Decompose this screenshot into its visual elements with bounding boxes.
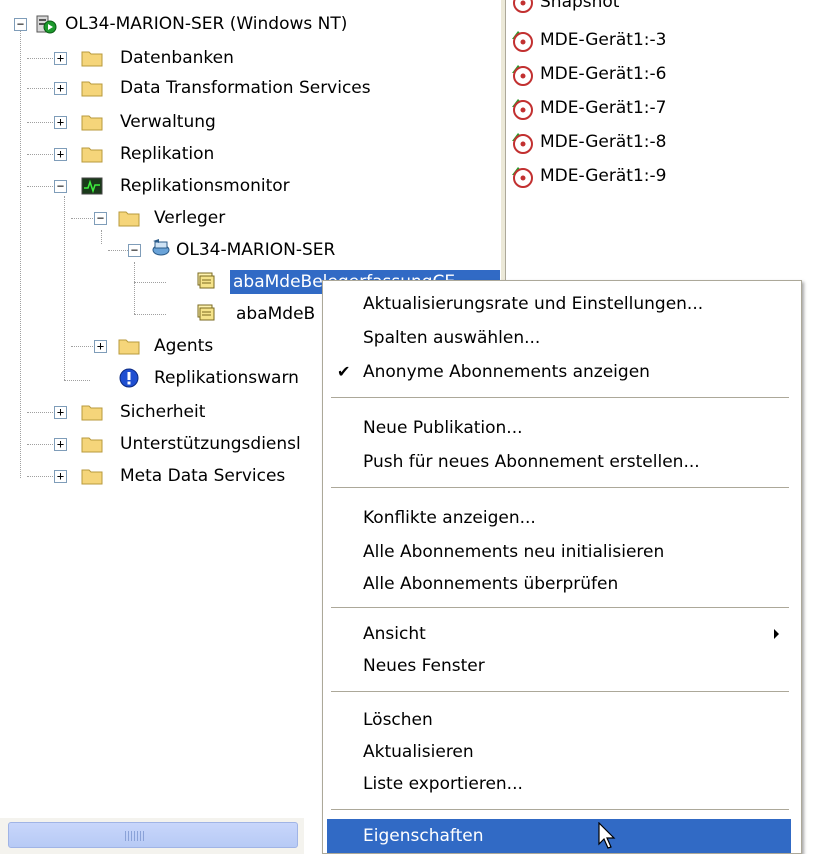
tree-item-meta-data-services[interactable]: Meta Data Services — [117, 464, 288, 488]
tree-item-unterstuetzungsdienste[interactable]: Unterstützungsdiensl — [117, 432, 304, 456]
expand-toggle[interactable]: + — [54, 148, 67, 161]
list-item[interactable]: MDE-Gerät1:-8 — [510, 126, 666, 158]
menu-separator — [331, 487, 789, 488]
expand-toggle[interactable]: + — [54, 470, 67, 483]
folder-icon — [118, 339, 140, 355]
tree-item-datenbanken[interactable]: Datenbanken — [117, 46, 237, 70]
folder-icon — [81, 469, 103, 485]
collapse-toggle[interactable]: − — [14, 18, 27, 31]
expand-toggle[interactable]: + — [54, 82, 67, 95]
expand-toggle[interactable]: + — [94, 340, 107, 353]
expand-toggle[interactable]: + — [54, 406, 67, 419]
tree-line — [27, 88, 53, 89]
collapse-toggle[interactable]: − — [54, 180, 67, 193]
menu-item-refresh[interactable]: Aktualisieren — [323, 735, 793, 769]
tree-line — [27, 412, 53, 413]
menu-item-choose-columns[interactable]: Spalten auswählen... — [323, 321, 793, 355]
tree-item-replikationsmonitor[interactable]: Replikationsmonitor — [117, 174, 293, 198]
list-item[interactable]: MDE-Gerät1:-6 — [510, 58, 666, 90]
tree-line — [71, 218, 95, 219]
publication-icon — [197, 304, 215, 321]
menu-item-reinitialize[interactable]: Alle Abonnements neu initialisieren — [323, 535, 793, 569]
menu-item-delete[interactable]: Löschen — [323, 703, 793, 737]
menu-item-export-list[interactable]: Liste exportieren... — [323, 767, 793, 801]
expand-toggle[interactable]: + — [54, 438, 67, 451]
expand-toggle[interactable]: + — [54, 52, 67, 65]
context-menu: Aktualisierungsrate und Einstellungen...… — [322, 280, 802, 854]
folder-open-icon — [118, 211, 140, 227]
menu-item-validate[interactable]: Alle Abonnements überprüfen — [323, 567, 793, 601]
menu-separator — [331, 607, 789, 608]
folder-icon — [81, 405, 103, 421]
agent-icon — [512, 133, 533, 154]
folder-icon — [81, 115, 103, 131]
agent-icon — [512, 31, 533, 52]
menu-item-push-subscription[interactable]: Push für neues Abonnement erstellen... — [323, 445, 793, 479]
alert-icon — [119, 368, 139, 388]
menu-separator — [331, 691, 789, 692]
agent-icon — [512, 167, 533, 188]
tree-item-replikationswarn[interactable]: Replikationswarn — [151, 366, 302, 390]
tree-line — [27, 58, 53, 59]
folder-icon — [81, 51, 103, 67]
tree-line — [71, 346, 95, 347]
tree-line — [27, 154, 53, 155]
agent-icon — [512, 65, 533, 86]
menu-separator — [331, 809, 789, 810]
menu-item-view[interactable]: Ansicht — [323, 617, 793, 651]
tree-line — [134, 282, 166, 283]
tree-line — [27, 122, 53, 123]
menu-item-new-window[interactable]: Neues Fenster — [323, 649, 793, 683]
list-item[interactable]: MDE-Gerät1:-9 — [510, 160, 666, 192]
list-item[interactable]: Snapshot — [510, 0, 619, 18]
folder-icon — [81, 437, 103, 453]
tree-line — [134, 314, 166, 315]
tree-line — [108, 250, 128, 251]
tree-line — [20, 30, 21, 478]
folder-icon — [81, 81, 103, 97]
monitor-icon — [81, 177, 103, 195]
scrollbar-thumb[interactable] — [8, 822, 298, 848]
menu-item-show-anonymous[interactable]: ✔ Anonyme Abonnements anzeigen — [323, 355, 793, 389]
tree-item-verwaltung[interactable]: Verwaltung — [117, 110, 219, 134]
tree-line — [27, 476, 53, 477]
menu-item-new-publication[interactable]: Neue Publikation... — [323, 411, 793, 445]
tree-item-publisher[interactable]: OL34-MARION-SER — [173, 238, 338, 262]
tree-item-dts[interactable]: Data Transformation Services — [117, 76, 374, 100]
tree-item-agents[interactable]: Agents — [151, 334, 216, 358]
menu-separator — [331, 397, 789, 398]
tree-line — [27, 444, 53, 445]
submenu-arrow-icon — [774, 629, 779, 639]
tree-horizontal-scrollbar[interactable] — [0, 818, 304, 854]
tree-item-server[interactable]: OL34-MARION-SER (Windows NT) — [62, 12, 350, 36]
grip-icon — [125, 831, 145, 841]
tree-line — [64, 196, 65, 380]
server-icon — [36, 15, 57, 34]
agent-icon — [512, 99, 533, 120]
agent-icon — [513, 0, 533, 13]
mouse-pointer-icon — [598, 822, 616, 849]
folder-icon — [81, 147, 103, 163]
menu-item-properties[interactable]: Eigenschaften — [327, 819, 791, 853]
expand-toggle[interactable]: + — [54, 116, 67, 129]
tree-item-sicherheit[interactable]: Sicherheit — [117, 400, 208, 424]
tree-item-replikation[interactable]: Replikation — [117, 142, 217, 166]
publisher-icon — [152, 239, 170, 256]
tree-item-verleger[interactable]: Verleger — [151, 206, 228, 230]
menu-item-refresh-rate[interactable]: Aktualisierungsrate und Einstellungen... — [323, 287, 793, 321]
publication-icon — [197, 272, 215, 289]
collapse-toggle[interactable]: − — [94, 212, 107, 225]
menu-item-show-conflicts[interactable]: Konflikte anzeigen... — [323, 501, 793, 535]
tree-line — [101, 230, 102, 244]
tree-line — [134, 262, 135, 314]
tree-line — [27, 186, 53, 187]
list-item[interactable]: MDE-Gerät1:-7 — [510, 92, 666, 124]
tree-line — [64, 380, 90, 381]
tree-item-publication[interactable]: abaMdeB — [233, 302, 318, 326]
list-item[interactable]: MDE-Gerät1:-3 — [510, 24, 666, 56]
collapse-toggle[interactable]: − — [128, 244, 141, 257]
checkmark-icon: ✔ — [337, 362, 351, 381]
